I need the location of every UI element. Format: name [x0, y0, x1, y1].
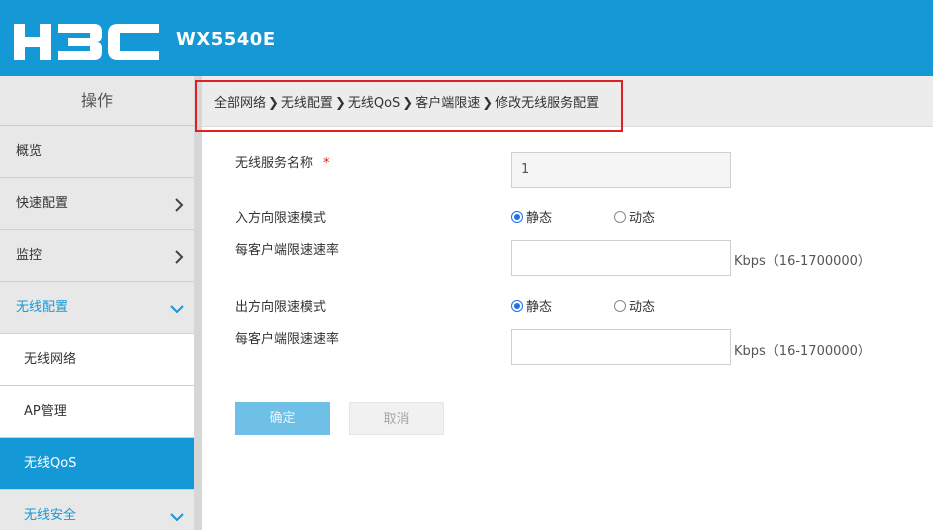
ok-button[interactable]: 确定: [235, 402, 330, 435]
required-mark: *: [323, 156, 330, 171]
breadcrumb-item-wireless-qos[interactable]: 无线QoS: [348, 96, 400, 111]
sidebar-subitem-label: 无线QoS: [24, 456, 77, 471]
outbound-mode-label: 出方向限速模式: [235, 300, 327, 315]
breadcrumb-separator-icon: ❯: [402, 96, 414, 111]
outbound-rate-label: 每客户端限速速率: [235, 332, 340, 347]
h3c-logo: [14, 24, 159, 60]
inbound-mode-label: 入方向限速模式: [235, 211, 327, 226]
radio-unchecked-icon: [614, 299, 626, 312]
outbound-rate-unit: Kbps（16-1700000）: [734, 344, 871, 359]
radio-label: 静态: [526, 300, 553, 315]
inbound-rate-input[interactable]: [511, 240, 731, 276]
sidebar-title: 操作: [0, 76, 194, 126]
service-name-label: 无线服务名称 *: [235, 152, 330, 171]
sidebar-scrollbar[interactable]: [194, 76, 202, 530]
sidebar-item-wireless-security[interactable]: 无线安全: [0, 490, 194, 530]
sidebar-subitem-label: 无线网络: [24, 352, 77, 367]
sidebar-item-monitor[interactable]: 监控: [0, 230, 194, 282]
breadcrumb-separator-icon: ❯: [334, 96, 346, 111]
radio-checked-icon: [511, 210, 523, 223]
radio-checked-icon: [511, 299, 523, 312]
sidebar-item-quick-config[interactable]: 快速配置: [0, 178, 194, 230]
sidebar-item-label: 无线配置: [16, 300, 69, 315]
inbound-rate-unit: Kbps（16-1700000）: [734, 254, 871, 269]
sidebar-subitem-label: AP管理: [24, 404, 67, 419]
breadcrumb-separator-icon: ❯: [268, 96, 279, 111]
sidebar-item-overview[interactable]: 概览: [0, 126, 194, 178]
cancel-button[interactable]: 取消: [349, 402, 444, 435]
radio-unchecked-icon: [614, 210, 626, 223]
top-header: WX5540E: [0, 0, 933, 76]
breadcrumb-item-current: 修改无线服务配置: [495, 96, 600, 111]
chevron-down-icon: [170, 282, 184, 333]
inbound-static-radio[interactable]: 静态: [511, 207, 552, 226]
outbound-static-radio[interactable]: 静态: [511, 296, 552, 315]
chevron-down-icon: [170, 490, 184, 530]
service-name-label-text: 无线服务名称: [235, 156, 314, 171]
outbound-dynamic-radio[interactable]: 动态: [614, 296, 655, 315]
sidebar-subitem-ap-management[interactable]: AP管理: [0, 386, 194, 438]
sidebar-subitem-wireless-qos[interactable]: 无线QoS: [0, 438, 194, 490]
breadcrumb-item-client-rate-limit[interactable]: 客户端限速: [415, 96, 480, 111]
breadcrumb-separator-icon: ❯: [482, 96, 494, 111]
breadcrumb: 全部网络 ❯ 无线配置 ❯ 无线QoS ❯ 客户端限速 ❯ 修改无线服务配置: [214, 92, 599, 111]
radio-label: 动态: [629, 300, 656, 315]
inbound-rate-label: 每客户端限速速率: [235, 243, 340, 258]
chevron-right-icon: [174, 178, 184, 229]
outbound-rate-input[interactable]: [511, 329, 731, 365]
radio-label: 动态: [629, 211, 656, 226]
sidebar-item-label: 监控: [16, 248, 43, 263]
sidebar-item-label: 概览: [16, 144, 43, 159]
breadcrumb-item-wireless-config[interactable]: 无线配置: [281, 96, 333, 111]
product-model: WX5540E: [176, 29, 276, 50]
sidebar-subitem-wireless-network[interactable]: 无线网络: [0, 334, 194, 386]
breadcrumb-item-all-networks[interactable]: 全部网络: [214, 96, 266, 111]
inbound-dynamic-radio[interactable]: 动态: [614, 207, 655, 226]
sidebar-item-wireless-config[interactable]: 无线配置: [0, 282, 194, 334]
sidebar: 操作 概览 快速配置 监控 无线配置 无线网络 AP管理 无线QoS 无线安全: [0, 76, 195, 530]
sidebar-item-label: 快速配置: [16, 196, 69, 211]
chevron-right-icon: [174, 230, 184, 281]
service-name-field[interactable]: 1: [511, 152, 731, 188]
sidebar-item-label: 无线安全: [24, 508, 77, 523]
radio-label: 静态: [526, 211, 553, 226]
